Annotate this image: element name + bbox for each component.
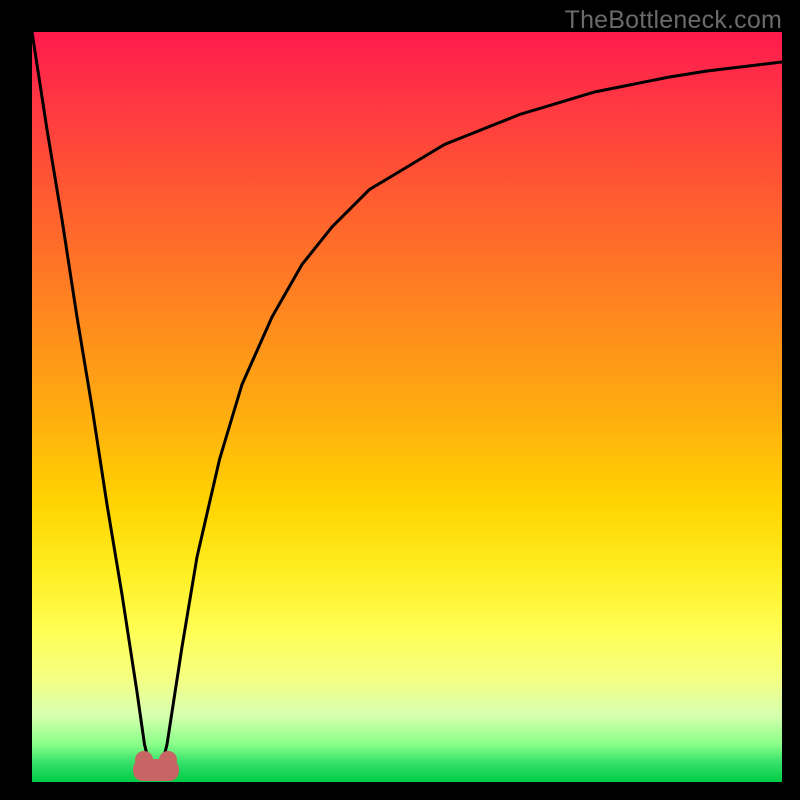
chart-frame: TheBottleneck.com (0, 0, 800, 800)
plot-area (32, 32, 782, 782)
bottleneck-curve (32, 32, 782, 782)
optimal-marker (133, 759, 179, 781)
curve-path (32, 32, 782, 775)
attribution-text: TheBottleneck.com (565, 6, 782, 35)
